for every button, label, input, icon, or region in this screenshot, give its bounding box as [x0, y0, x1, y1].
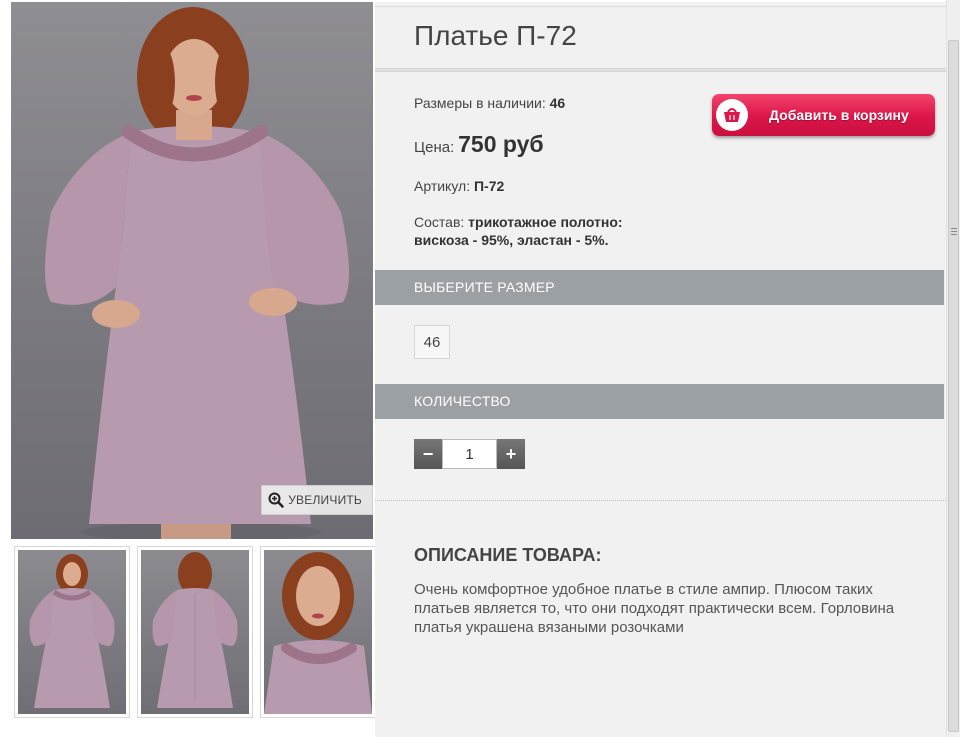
- sizes-value: 46: [549, 95, 566, 111]
- quantity-section-header: КОЛИЧЕСТВО: [375, 384, 944, 419]
- thumbnail-front-image: [29, 554, 115, 708]
- vertical-scrollbar[interactable]: [946, 0, 960, 737]
- add-to-cart-label: Добавить в корзину: [769, 107, 909, 123]
- quantity-increase-button[interactable]: +: [497, 439, 525, 469]
- quantity-input[interactable]: [442, 439, 497, 469]
- price-value: 750 руб: [458, 131, 544, 157]
- composition-label: Состав:: [414, 214, 465, 230]
- size-section-header: ВЫБЕРИТЕ РАЗМЕР: [375, 270, 944, 305]
- price-label: Цена:: [414, 139, 455, 156]
- description-heading: ОПИСАНИЕ ТОВАРА:: [414, 545, 602, 565]
- sku-value: П-72: [473, 178, 505, 194]
- dress-photo-illustration: [45, 7, 350, 539]
- top-divider: [375, 6, 946, 7]
- composition-row: Состав: трикотажное полотно: вискоза - 9…: [414, 213, 674, 249]
- sizes-label: Размеры в наличии:: [414, 95, 546, 111]
- thumbnail-closeup-image: [264, 552, 372, 714]
- title-divider: [375, 68, 946, 72]
- thumbnail-back[interactable]: [137, 546, 253, 718]
- size-option-46[interactable]: 46: [414, 325, 450, 359]
- product-info-panel: Платье П-72 Размеры в наличии: 46 Цена: …: [375, 2, 946, 737]
- zoom-label: УВЕЛИЧИТЬ: [288, 493, 362, 507]
- sku-row: Артикул: П-72: [414, 178, 504, 194]
- quantity-decrease-button[interactable]: −: [414, 439, 442, 469]
- thumbnail-strip: [11, 546, 376, 722]
- scroll-grip-icon: [951, 226, 957, 237]
- sku-label: Артикул:: [414, 178, 471, 194]
- quantity-stepper: − +: [414, 439, 525, 469]
- dotted-divider: [375, 500, 946, 501]
- price-row: Цена: 750 руб: [414, 131, 544, 158]
- zoom-button[interactable]: УВЕЛИЧИТЬ: [261, 485, 373, 515]
- thumbnail-front[interactable]: [14, 546, 130, 718]
- thumbnail-closeup[interactable]: [260, 546, 376, 718]
- add-to-cart-button[interactable]: Добавить в корзину: [712, 94, 935, 136]
- main-product-photo[interactable]: УВЕЛИЧИТЬ: [11, 2, 373, 539]
- description-text: Очень комфортное удобное платье в стиле …: [414, 581, 895, 636]
- product-title: Платье П-72: [414, 20, 577, 51]
- thumbnail-back-image: [152, 552, 238, 708]
- basket-icon: [724, 108, 740, 122]
- sizes-available: Размеры в наличии: 46: [414, 95, 565, 111]
- basket-icon-wrap: [716, 99, 748, 131]
- scrollbar-thumb[interactable]: [948, 40, 959, 732]
- magnifier-plus-icon: [268, 492, 284, 508]
